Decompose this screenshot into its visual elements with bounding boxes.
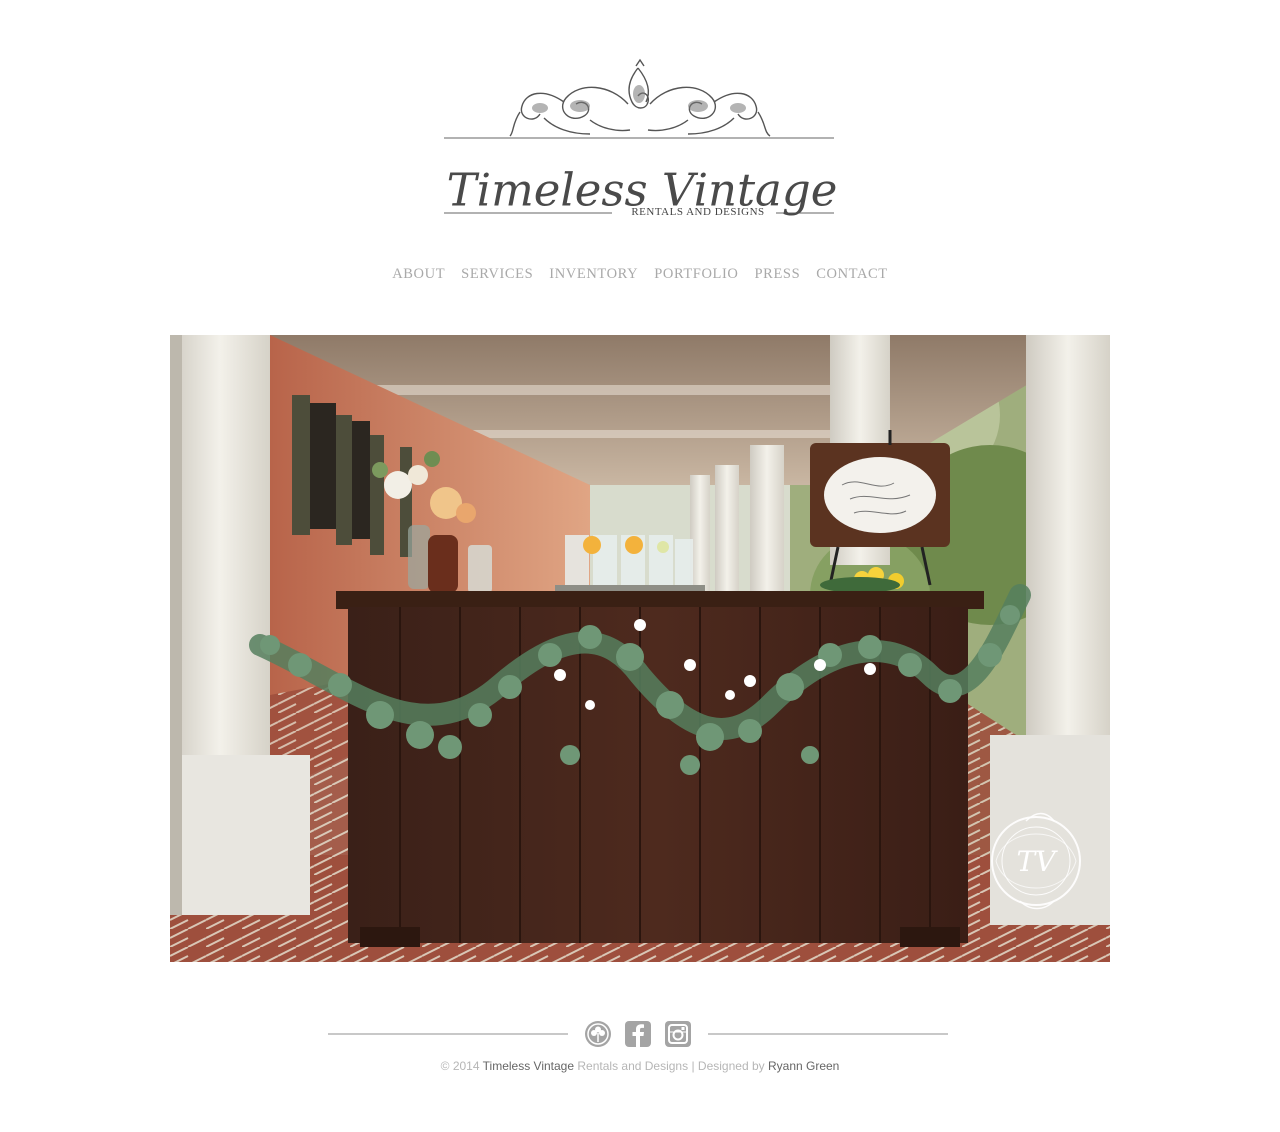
- nav-item-press[interactable]: PRESS: [755, 266, 801, 283]
- footer-copyright: © 2014 Timeless Vintage Rentals and Desi…: [0, 1059, 1280, 1073]
- footer-brand-rest: Rentals and Designs: [577, 1059, 689, 1073]
- instagram-icon[interactable]: [665, 1021, 691, 1047]
- footer-brand-link[interactable]: Timeless Vintage: [483, 1059, 574, 1073]
- designer-link[interactable]: Ryann Green: [768, 1059, 839, 1073]
- nav-item-about[interactable]: ABOUT: [392, 266, 445, 283]
- hero-photo: TV: [170, 335, 1110, 962]
- copyright-year: © 2014: [440, 1059, 480, 1073]
- watermark-initials: TV: [1017, 845, 1059, 878]
- site-logo[interactable]: Timeless Vintage RENTALS AND DESIGNS: [440, 58, 840, 228]
- nav-item-contact[interactable]: CONTACT: [816, 266, 888, 283]
- footer-divider-right: [708, 1033, 948, 1035]
- footer-separator: |: [691, 1059, 695, 1073]
- flower-icon[interactable]: [585, 1021, 611, 1047]
- nav-item-inventory[interactable]: INVENTORY: [549, 266, 638, 283]
- footer-divider-left: [328, 1033, 568, 1035]
- logo-tagline: RENTALS AND DESIGNS: [631, 206, 765, 218]
- hero-image: TV: [170, 335, 1110, 962]
- nav-item-services[interactable]: SERVICES: [461, 266, 533, 283]
- facebook-icon[interactable]: [625, 1021, 651, 1047]
- footer-designed-by: Designed by: [697, 1059, 765, 1073]
- nav-item-portfolio[interactable]: PORTFOLIO: [654, 266, 738, 283]
- main-nav: ABOUT SERVICES INVENTORY PORTFOLIO PRESS…: [0, 266, 1280, 283]
